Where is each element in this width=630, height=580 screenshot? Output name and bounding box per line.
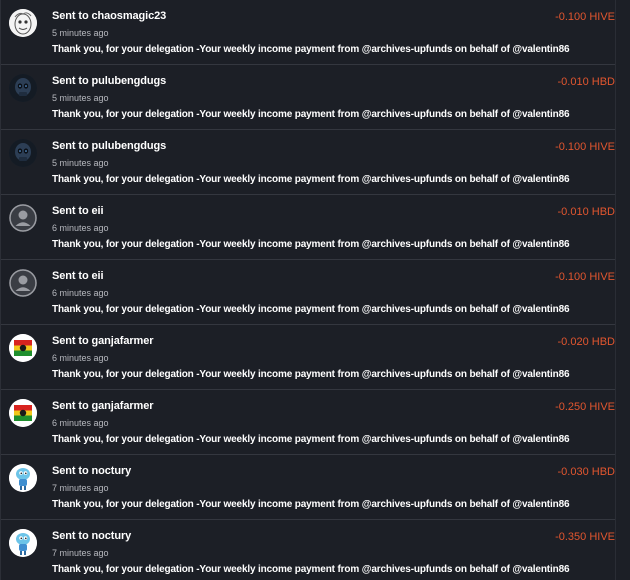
transaction-memo: Thank you, for your delegation -Your wee… <box>52 109 570 120</box>
transaction-time: 7 minutes ago <box>52 483 109 493</box>
transaction-time: 5 minutes ago <box>52 28 109 38</box>
panel-divider <box>615 0 616 580</box>
transaction-title[interactable]: Sent to pulubengdugs <box>52 140 166 152</box>
transaction-title[interactable]: Sent to ganjafarmer <box>52 400 154 412</box>
transaction-row[interactable]: Sent to ganjafarmer 6 minutes ago Thank … <box>1 325 615 390</box>
transaction-memo: Thank you, for your delegation -Your wee… <box>52 434 570 445</box>
transaction-amount: -0.020 HBD <box>557 336 615 348</box>
transaction-memo: Thank you, for your delegation -Your wee… <box>52 44 570 55</box>
rasta-flag-avatar[interactable] <box>9 399 37 427</box>
transaction-memo: Thank you, for your delegation -Your wee… <box>52 564 570 575</box>
transaction-amount: -0.030 HBD <box>557 466 615 478</box>
transaction-title[interactable]: Sent to ganjafarmer <box>52 335 154 347</box>
transaction-time: 6 minutes ago <box>52 418 109 428</box>
transaction-memo: Thank you, for your delegation -Your wee… <box>52 499 570 510</box>
transaction-amount: -0.250 HIVE <box>555 401 615 413</box>
transaction-time: 6 minutes ago <box>52 288 109 298</box>
cartoon-character-avatar[interactable] <box>9 464 37 492</box>
transaction-memo: Thank you, for your delegation -Your wee… <box>52 304 570 315</box>
transaction-time: 7 minutes ago <box>52 548 109 558</box>
transaction-time: 5 minutes ago <box>52 93 109 103</box>
transaction-memo: Thank you, for your delegation -Your wee… <box>52 239 570 250</box>
default-user-avatar[interactable] <box>9 204 37 232</box>
transaction-row[interactable]: Sent to eii 6 minutes ago Thank you, for… <box>1 260 615 325</box>
default-user-avatar[interactable] <box>9 269 37 297</box>
cartoon-character-avatar[interactable] <box>9 529 37 557</box>
transaction-title[interactable]: Sent to pulubengdugs <box>52 75 166 87</box>
transaction-memo: Thank you, for your delegation -Your wee… <box>52 369 570 380</box>
transaction-row[interactable]: Sent to pulubengdugs 5 minutes ago Thank… <box>1 130 615 195</box>
transaction-amount: -0.100 HIVE <box>555 271 615 283</box>
transaction-list: Sent to chaosmagic23 5 minutes ago Thank… <box>0 0 630 580</box>
transaction-amount: -0.100 HIVE <box>555 11 615 23</box>
transaction-row[interactable]: Sent to eii 6 minutes ago Thank you, for… <box>1 195 615 260</box>
transaction-title[interactable]: Sent to chaosmagic23 <box>52 10 166 22</box>
dark-skull-avatar[interactable] <box>9 139 37 167</box>
transaction-title[interactable]: Sent to eii <box>52 270 104 282</box>
transaction-time: 6 minutes ago <box>52 353 109 363</box>
rasta-flag-avatar[interactable] <box>9 334 37 362</box>
transaction-time: 5 minutes ago <box>52 158 109 168</box>
transaction-row[interactable]: Sent to noctury 7 minutes ago Thank you,… <box>1 455 615 520</box>
transaction-amount: -0.010 HBD <box>557 206 615 218</box>
transaction-title[interactable]: Sent to noctury <box>52 465 131 477</box>
transaction-row[interactable]: Sent to pulubengdugs 5 minutes ago Thank… <box>1 65 615 130</box>
transaction-memo: Thank you, for your delegation -Your wee… <box>52 174 570 185</box>
transaction-row[interactable]: Sent to noctury 7 minutes ago Thank you,… <box>1 520 615 580</box>
transaction-title[interactable]: Sent to noctury <box>52 530 131 542</box>
transaction-row[interactable]: Sent to chaosmagic23 5 minutes ago Thank… <box>1 0 615 65</box>
transaction-amount: -0.350 HIVE <box>555 531 615 543</box>
sketch-face-avatar[interactable] <box>9 9 37 37</box>
transaction-amount: -0.100 HIVE <box>555 141 615 153</box>
transaction-amount: -0.010 HBD <box>557 76 615 88</box>
transaction-title[interactable]: Sent to eii <box>52 205 104 217</box>
dark-skull-avatar[interactable] <box>9 74 37 102</box>
transaction-time: 6 minutes ago <box>52 223 109 233</box>
transaction-row[interactable]: Sent to ganjafarmer 6 minutes ago Thank … <box>1 390 615 455</box>
